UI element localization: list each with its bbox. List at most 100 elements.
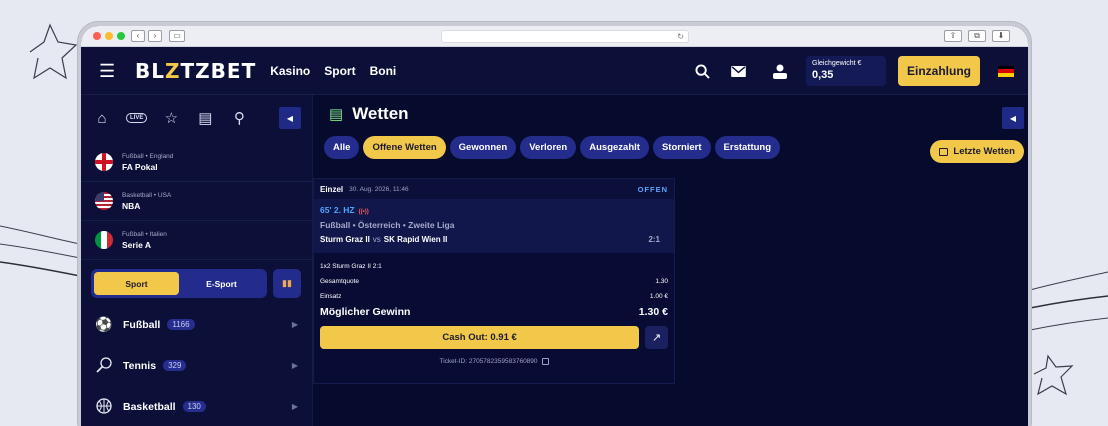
share-arrow-icon[interactable]: ↗ — [645, 326, 668, 349]
minimize-window-button[interactable] — [105, 32, 113, 40]
sidebar-league-item[interactable]: Fußball • Italien Serie A — [81, 221, 312, 260]
sport-label: Tennis — [123, 359, 157, 372]
page-title: Wetten — [352, 104, 409, 123]
tabs-icon[interactable]: ⧉ — [968, 30, 986, 42]
bet-kind: Einzel — [320, 184, 344, 194]
header-actions: Gleichgewicht € 0,35 Einzahlung — [678, 47, 1014, 95]
tab-esport[interactable]: E-Sport — [179, 272, 264, 295]
home-icon[interactable]: ⌂ — [92, 110, 112, 127]
nav-link-kasino[interactable]: Kasino — [270, 64, 310, 78]
filter-gewonnen[interactable]: Gewonnen — [449, 135, 517, 159]
chevron-right-icon: ▶ — [291, 361, 298, 370]
sport-type-switcher: Sport E-Sport ▮▮ — [81, 260, 312, 298]
odds-row: Gesamtquote 1.30 — [320, 274, 668, 289]
stake-label: Einsatz — [320, 293, 342, 300]
match-info[interactable]: 65' 2. HZ ((•)) Fußball • Österreich • Zw… — [314, 199, 674, 253]
browser-actions: ⇪ ⧉ ⬇ — [944, 30, 1010, 42]
forward-button[interactable]: › — [148, 30, 162, 42]
browser-window: ‹ › ▭ ↻ ⇪ ⧉ ⬇ ☰ BLZTZBET Kasino Sport Bo… — [81, 26, 1028, 426]
tab-sport[interactable]: Sport — [94, 272, 179, 295]
sport-label: Fußball — [123, 318, 161, 331]
deposit-button[interactable]: Einzahlung — [898, 56, 980, 86]
copy-icon[interactable] — [541, 358, 549, 365]
sport-count-badge: 130 — [182, 401, 206, 412]
league-meta: Fußball • England — [122, 152, 174, 160]
bet-slip-icon: ▤ — [329, 106, 344, 123]
league-meta: Fußball • Italien — [122, 230, 167, 238]
logo-text-part: TZBET — [180, 58, 257, 83]
share-icon[interactable]: ⇪ — [944, 30, 962, 42]
chevron-right-icon: ▶ — [291, 320, 298, 329]
basketball-icon — [95, 397, 113, 416]
live-icon[interactable]: LIVE — [126, 113, 148, 123]
league-name: Serie A — [122, 239, 151, 250]
recent-bets-button[interactable]: Letzte Wetten — [930, 140, 1024, 163]
site-logo[interactable]: BLZTZBET — [135, 59, 256, 83]
stake-value: 1.00 € — [649, 293, 668, 300]
england-flag-icon — [95, 153, 113, 171]
odds-label: Gesamtquote — [320, 278, 360, 285]
sidebar-item-tennis[interactable]: Tennis 329 ▶ — [81, 345, 312, 386]
sidebar-toolbar: ⌂ LIVE ☆ ▤ ⚲ ◀ — [81, 103, 312, 133]
cashout-row: Cash Out: 0.91 € ↗ — [320, 326, 668, 349]
window-controls — [93, 32, 125, 40]
sidebar-item-basketball[interactable]: Basketball 130 ▶ — [81, 386, 312, 426]
nav-link-boni[interactable]: Boni — [370, 64, 397, 78]
bet-slip-icon[interactable]: ▤ — [195, 109, 215, 127]
menu-icon[interactable]: ☰ — [99, 62, 115, 80]
sidebar: ⌂ LIVE ☆ ▤ ⚲ ◀ Fußball • England FA Poka… — [81, 95, 313, 426]
odds-value: 1.30 — [655, 278, 668, 285]
match-score: 2:1 — [648, 235, 660, 244]
cashout-button[interactable]: Cash Out: 0.91 € — [320, 326, 640, 349]
filter-storniert[interactable]: Storniert — [652, 135, 711, 159]
filter-erstattung[interactable]: Erstattung — [714, 135, 781, 159]
league-meta: Basketball • USA — [122, 191, 172, 199]
nav-link-sport[interactable]: Sport — [324, 64, 355, 78]
win-label: Möglicher Gewinn — [320, 306, 411, 318]
logo-text-part: BL — [135, 58, 165, 83]
stats-icon[interactable]: ▮▮ — [273, 269, 301, 298]
match-league: Fußball • Österreich • Zweite Liga — [320, 220, 455, 230]
sidebar-toggle-button[interactable]: ▭ — [169, 30, 185, 42]
sidebar-league-item[interactable]: Fußball • England FA Pokal — [81, 143, 312, 182]
close-window-button[interactable] — [93, 32, 101, 40]
sport-label: Basketball — [123, 400, 176, 413]
bet-filter-chips: Alle Offene Wetten Gewonnen Verloren Aus… — [313, 133, 1028, 161]
reload-icon[interactable]: ↻ — [677, 32, 684, 41]
collapse-sidebar-button[interactable]: ◀ — [279, 107, 301, 129]
filter-alle[interactable]: Alle — [324, 135, 360, 159]
back-button[interactable]: ‹ — [131, 30, 145, 42]
bet-date: 30. Aug. 2026, 11:46 — [349, 185, 409, 193]
filter-verloren[interactable]: Verloren — [520, 135, 577, 159]
main-navigation: Kasino Sport Boni — [270, 64, 396, 78]
filter-ausgezahlt[interactable]: Ausgezahlt — [580, 135, 649, 159]
italy-flag-icon — [95, 231, 113, 249]
live-signal-icon: ((•)) — [358, 209, 369, 215]
logo-text-part: Z — [165, 58, 181, 83]
sidebar-item-fussball[interactable]: ⚽ Fußball 1166 ▶ — [81, 304, 312, 345]
maximize-window-button[interactable] — [117, 32, 125, 40]
ticket-header: Einzel 30. Aug. 2026, 11:46 OFFEN — [314, 179, 674, 199]
live-time: 65' 2. HZ ((•)) — [320, 205, 668, 215]
versus-label: vs — [372, 235, 381, 244]
balance-display[interactable]: Gleichgewicht € 0,35 — [806, 56, 886, 86]
mail-icon[interactable] — [726, 59, 750, 83]
browser-toolbar: ‹ › ▭ ↻ ⇪ ⧉ ⬇ — [81, 26, 1028, 47]
balance-value: 0,35 — [812, 69, 834, 81]
filter-offene-wetten[interactable]: Offene Wetten — [363, 135, 446, 159]
page-content: ⌂ LIVE ☆ ▤ ⚲ ◀ Fußball • England FA Poka… — [81, 95, 1028, 426]
download-icon[interactable]: ⬇ — [992, 30, 1010, 42]
search-icon[interactable] — [690, 59, 714, 83]
user-icon[interactable] — [768, 59, 792, 83]
sidebar-league-item[interactable]: Basketball • USA NBA — [81, 182, 312, 221]
address-bar[interactable]: ↻ — [441, 30, 689, 43]
search-icon[interactable]: ⚲ — [229, 109, 249, 127]
sport-esport-toggle: Sport E-Sport — [91, 269, 267, 298]
ticket-id-text: Ticket-ID: 2705782359583760890 — [439, 358, 538, 366]
star-icon[interactable]: ☆ — [161, 109, 181, 127]
bet-ticket: Einzel 30. Aug. 2026, 11:46 OFFEN 65' 2.… — [313, 178, 675, 384]
language-flag-de-icon[interactable] — [998, 65, 1014, 77]
match-teams: Sturm Graz II vs SK Rapid Wien II 2:1 — [320, 235, 668, 244]
bets-header: ▤ Wetten ◀ — [313, 95, 1028, 133]
collapse-panel-button[interactable]: ◀ — [1002, 107, 1024, 129]
